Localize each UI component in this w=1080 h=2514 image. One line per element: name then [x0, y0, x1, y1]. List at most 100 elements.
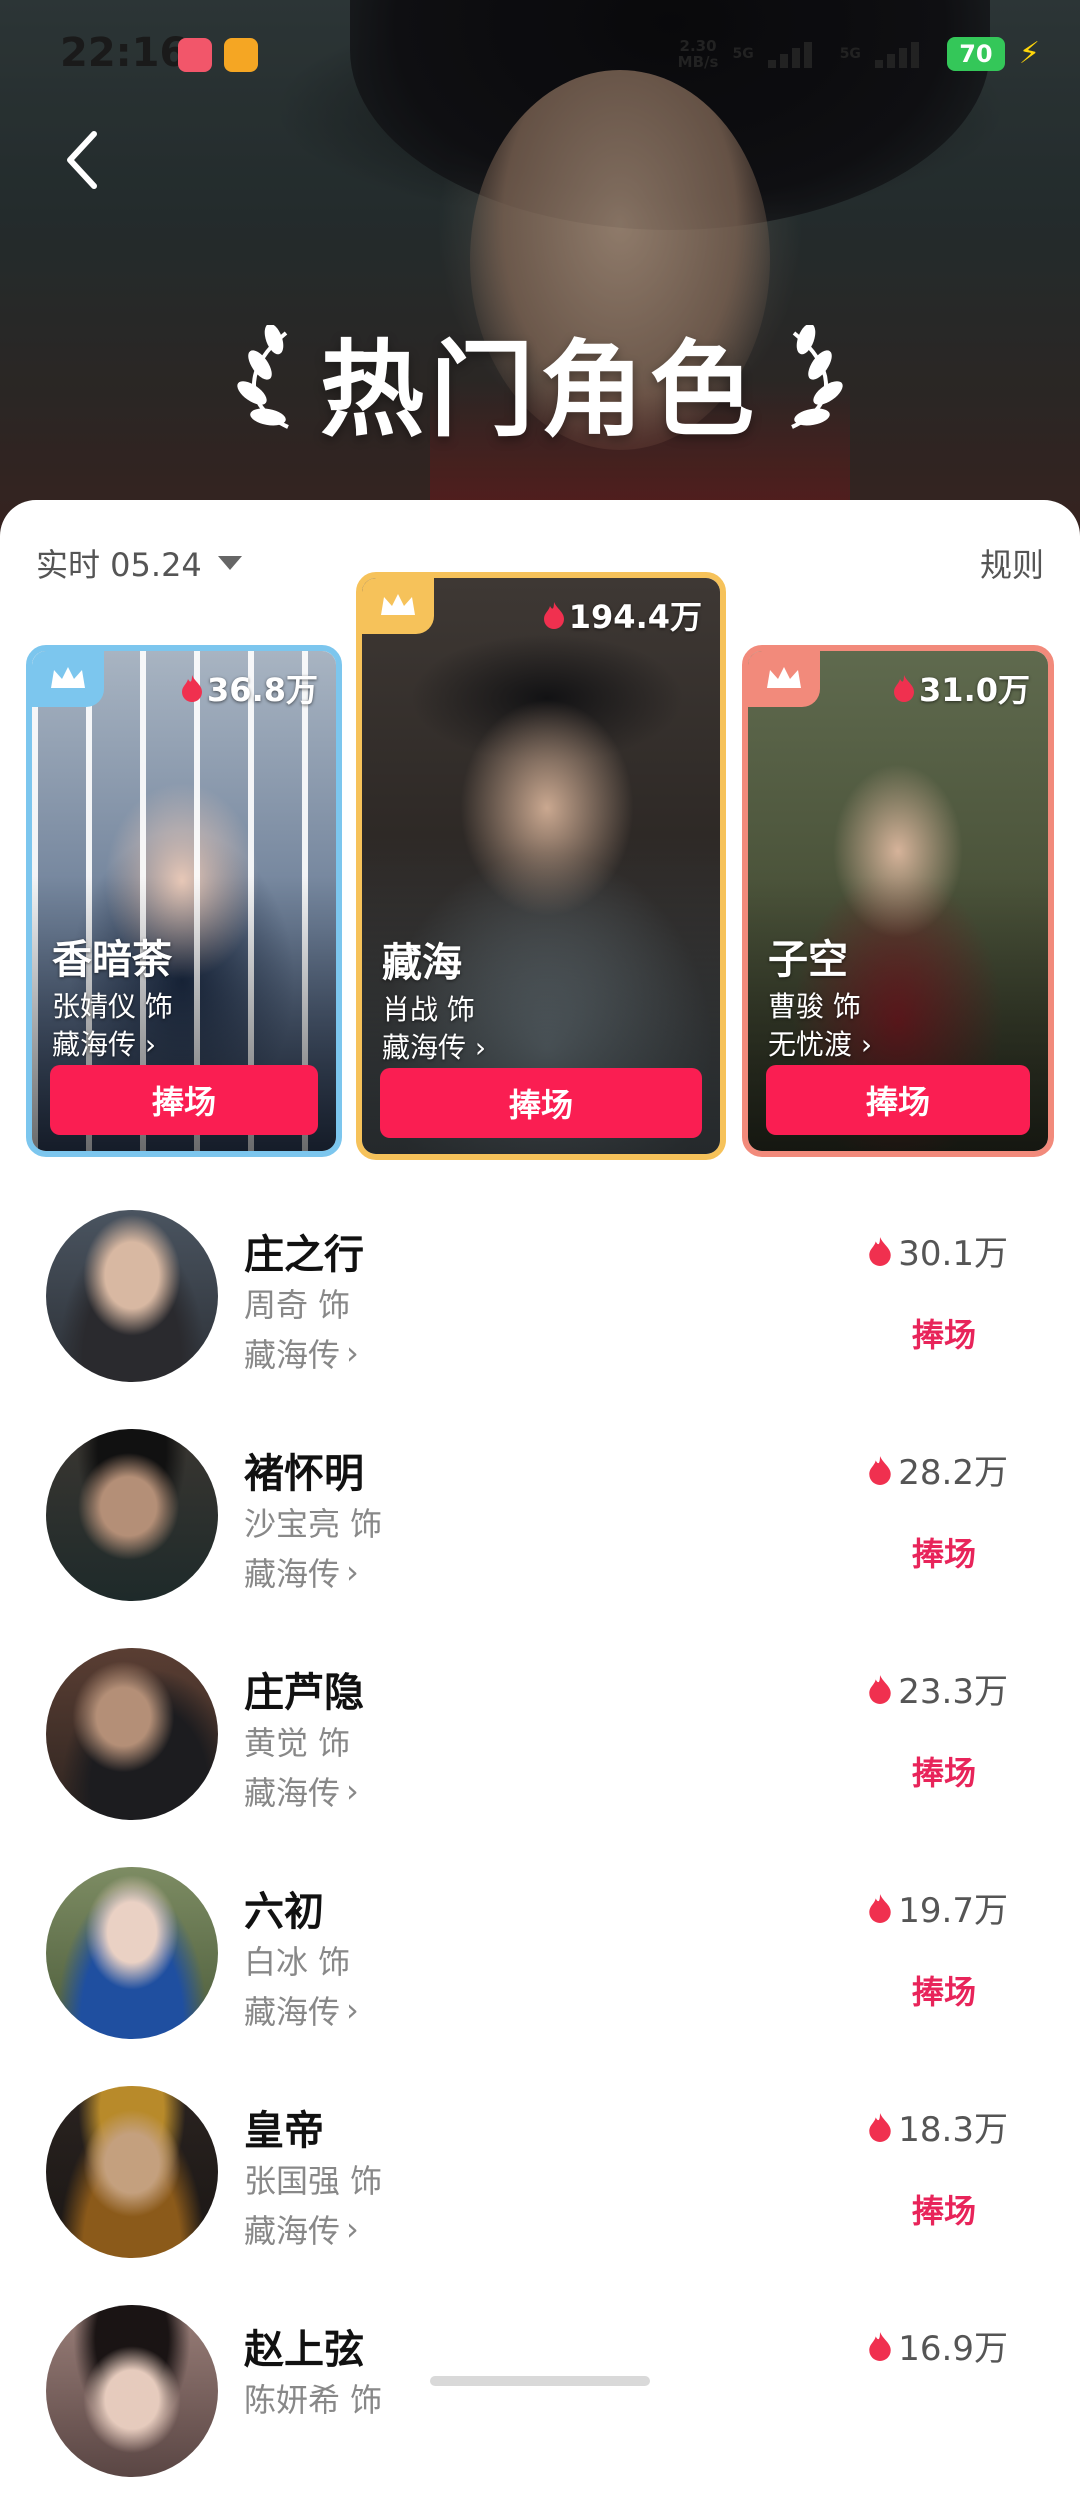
- heat-value: 28.2万: [868, 1445, 1008, 1494]
- ranking-panel: 实时 05.24 规则 36.8万 香暗荼 张婧仪 饰 藏海传 › 捧场 194…: [0, 500, 1080, 2477]
- heat-value: 23.3万: [868, 1664, 1008, 1713]
- support-button[interactable]: 捧场: [912, 1310, 976, 1356]
- role-name: 皇帝: [244, 2108, 324, 2154]
- role-name: 六初: [244, 1889, 324, 1935]
- status-indicators: 2.30 MB/s 5G 5G 70 ⚡: [678, 36, 1040, 71]
- top-card-rank-2[interactable]: 36.8万 香暗荼 张婧仪 饰 藏海传 › 捧场: [26, 645, 342, 1157]
- list-item[interactable]: 六初 白冰 饰 藏海传 › 19.7万 捧场: [0, 1857, 1080, 2076]
- avatar: [46, 1429, 218, 1601]
- list-item[interactable]: 褚怀明 沙宝亮 饰 藏海传 › 28.2万 捧场: [0, 1419, 1080, 1638]
- heat-value: 16.9万: [868, 2321, 1008, 2370]
- battery-icon: 70: [946, 36, 1005, 71]
- chevron-left-icon: [67, 131, 97, 189]
- drama-link[interactable]: 藏海传 ›: [244, 1330, 359, 1376]
- drama-link[interactable]: 藏海传 ›: [244, 1987, 359, 2033]
- home-indicator[interactable]: [430, 2376, 650, 2386]
- heat-value: 18.3万: [868, 2102, 1008, 2151]
- date-filter-label: 实时 05.24: [36, 546, 202, 584]
- caret-down-icon: [217, 556, 242, 570]
- signal-icon: [767, 40, 826, 68]
- actor-name: 曹骏 饰: [768, 990, 861, 1023]
- heat-value: 19.7万: [868, 1883, 1008, 1932]
- actor-name: 沙宝亮 饰: [244, 1505, 383, 1543]
- support-button[interactable]: 捧场: [766, 1065, 1030, 1135]
- list-item[interactable]: 庄芦隐 黄觉 饰 藏海传 › 23.3万 捧场: [0, 1638, 1080, 1857]
- support-button[interactable]: 捧场: [912, 1967, 976, 2013]
- crown-icon: [51, 667, 85, 688]
- flame-icon: [869, 1455, 892, 1485]
- avatar: [46, 2305, 218, 2477]
- page-title: 热门角色: [319, 328, 760, 451]
- crown-icon: [381, 594, 415, 615]
- drama-link[interactable]: 藏海传 ›: [52, 1023, 156, 1063]
- network-type-2: 5G: [839, 45, 861, 62]
- notification-app-icon: [178, 38, 212, 72]
- crown-badge: [362, 578, 434, 634]
- back-button[interactable]: [52, 120, 112, 200]
- heat-value: 30.1万: [868, 1226, 1008, 1275]
- signal-icon: [874, 40, 933, 68]
- flame-icon: [869, 1674, 892, 1704]
- rules-link[interactable]: 规则: [980, 540, 1044, 586]
- drama-link[interactable]: 藏海传 ›: [382, 1026, 486, 1066]
- top-card-rank-1[interactable]: 194.4万 藏海 肖战 饰 藏海传 › 捧场: [356, 572, 726, 1160]
- actor-name: 张国强 饰: [244, 2162, 383, 2200]
- chevron-right-icon: ›: [346, 1991, 359, 2029]
- list-item[interactable]: 皇帝 张国强 饰 藏海传 › 18.3万 捧场: [0, 2076, 1080, 2295]
- actor-name: 肖战 饰: [382, 993, 475, 1026]
- charging-icon: ⚡: [1018, 36, 1040, 71]
- heat-value: 194.4万: [543, 592, 702, 638]
- flame-icon: [543, 602, 564, 629]
- network-type-1: 5G: [732, 45, 754, 62]
- list-item[interactable]: 庄之行 周奇 饰 藏海传 › 30.1万 捧场: [0, 1200, 1080, 1419]
- chevron-right-icon: ›: [346, 1553, 359, 1591]
- actor-name: 周奇 饰: [244, 1286, 351, 1324]
- weibo-icon: [224, 38, 258, 72]
- laurel-right-icon: [791, 325, 843, 429]
- heat-value: 36.8万: [181, 665, 318, 711]
- actor-name: 白冰 饰: [244, 1943, 351, 1981]
- avatar: [46, 1648, 218, 1820]
- actor-name: 陈妍希 饰: [244, 2381, 383, 2419]
- crown-badge: [32, 651, 104, 707]
- support-button[interactable]: 捧场: [380, 1068, 702, 1138]
- flame-icon: [869, 1236, 892, 1266]
- drama-link[interactable]: 藏海传 ›: [244, 1768, 359, 1814]
- role-name: 藏海: [382, 940, 462, 986]
- support-button[interactable]: 捧场: [912, 2186, 976, 2232]
- laurel-left-icon: [237, 325, 289, 429]
- top-card-rank-3[interactable]: 31.0万 子空 曹骏 饰 无忧渡 › 捧场: [742, 645, 1054, 1157]
- drama-link[interactable]: 藏海传 ›: [244, 1549, 359, 1595]
- crown-badge: [748, 651, 820, 707]
- date-filter-dropdown[interactable]: 实时 05.24: [36, 540, 242, 586]
- drama-link[interactable]: 藏海传 ›: [244, 2206, 359, 2252]
- flame-icon: [869, 2331, 892, 2361]
- avatar: [46, 1867, 218, 2039]
- support-button[interactable]: 捧场: [912, 1529, 976, 1575]
- support-button[interactable]: 捧场: [50, 1065, 318, 1135]
- status-bar: 22:16 2.30 MB/s 5G 5G 70 ⚡: [0, 0, 1080, 110]
- crown-icon: [767, 667, 801, 688]
- role-name: 庄之行: [244, 1232, 364, 1278]
- hero-title-group: 热门角色: [0, 320, 1080, 451]
- chevron-right-icon: ›: [346, 1772, 359, 1810]
- drama-link[interactable]: 无忧渡 ›: [768, 1023, 872, 1063]
- heat-value: 31.0万: [893, 665, 1030, 711]
- avatar: [46, 2086, 218, 2258]
- role-name: 香暗荼: [52, 937, 172, 983]
- flame-icon: [182, 675, 203, 702]
- actor-name: 黄觉 饰: [244, 1724, 351, 1762]
- chevron-right-icon: ›: [346, 1334, 359, 1372]
- role-name: 褚怀明: [244, 1451, 364, 1497]
- list-item[interactable]: 赵上弦 陈妍希 饰 16.9万: [0, 2295, 1080, 2514]
- flame-icon: [894, 675, 915, 702]
- chevron-right-icon: ›: [346, 2210, 359, 2248]
- status-time: 22:16: [60, 30, 188, 76]
- role-name: 子空: [768, 937, 848, 983]
- flame-icon: [869, 1893, 892, 1923]
- role-name: 庄芦隐: [244, 1670, 364, 1716]
- support-button[interactable]: 捧场: [912, 1748, 976, 1794]
- flame-icon: [869, 2112, 892, 2142]
- network-speed: 2.30 MB/s: [677, 36, 719, 71]
- avatar: [46, 1210, 218, 1382]
